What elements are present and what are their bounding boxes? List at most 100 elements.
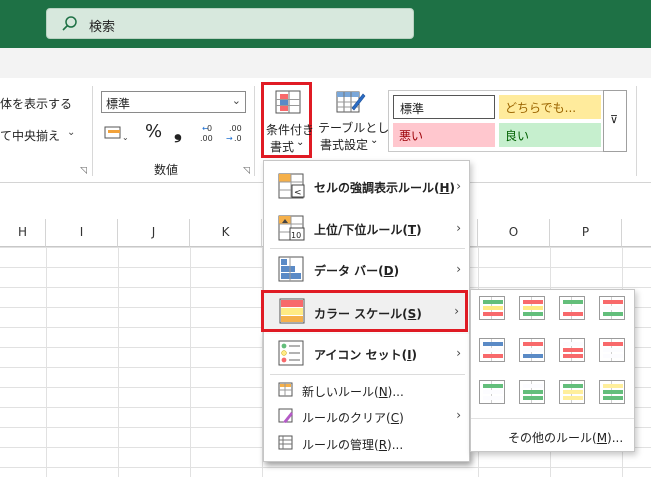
eraser-icon	[278, 408, 293, 423]
accounting-format-icon[interactable]: ⌄	[104, 124, 134, 144]
color-scale-swatch-band	[563, 396, 583, 400]
color-scale-swatch-band	[523, 300, 543, 304]
color-scale-swatch-band	[523, 342, 543, 346]
new-rule-icon	[278, 382, 293, 397]
color-scale-option[interactable]	[599, 338, 625, 362]
color-scale-option[interactable]	[599, 296, 625, 320]
menu-item-label: ルールの管理(R)...	[302, 438, 404, 452]
column-header[interactable]: P	[550, 219, 622, 247]
color-scale-swatch-band	[563, 306, 583, 310]
percent-style-button[interactable]: %	[145, 121, 162, 142]
conditional-formatting-menu-lower: アイコン セット(I) › 新しいルール(N)... ルールのクリア(C) › …	[263, 334, 470, 462]
chevron-right-icon: ›	[456, 262, 461, 276]
cell-style-good[interactable]: 良い	[499, 123, 601, 147]
color-scale-option[interactable]	[519, 380, 545, 404]
merge-dropdown-icon[interactable]: ⌄	[67, 127, 75, 138]
group-divider	[254, 86, 255, 176]
svg-text:.0: .0	[234, 134, 242, 143]
cell-style-bad[interactable]: 悪い	[393, 123, 495, 147]
color-scale-option[interactable]	[599, 380, 625, 404]
color-scale-swatch-band	[603, 390, 623, 394]
color-scale-swatch-band	[563, 342, 583, 346]
number-launcher-icon[interactable]: ◹	[243, 166, 250, 176]
menu-item-label: 上位/下位ルール(T)	[314, 223, 422, 237]
row-gridline	[0, 467, 651, 468]
color-scale-swatch-band	[603, 306, 623, 310]
group-divider	[92, 86, 93, 176]
color-scales-submenu: その他のルール(M)...	[470, 289, 635, 452]
menu-item-label: 新しいルール(N)...	[302, 385, 404, 399]
cf-label-line1: 条件付き	[266, 123, 315, 137]
merge-center-button[interactable]: て中央揃え	[0, 127, 60, 144]
menu-item-top-bottom-rules[interactable]: 10 上位/下位ルール(T) ›	[264, 209, 469, 249]
color-scale-option[interactable]	[519, 338, 545, 362]
column-header[interactable]: K	[190, 219, 262, 247]
color-scale-swatch-band	[563, 384, 583, 388]
search-icon	[62, 16, 77, 31]
column-header[interactable]: J	[118, 219, 190, 247]
menu-item-color-scales[interactable]: カラー スケール(S) ›	[261, 290, 468, 332]
more-dropdown-icon: ⊽	[610, 113, 619, 126]
menu-separator	[471, 418, 634, 419]
color-scale-option[interactable]	[479, 380, 505, 404]
ribbon-tab-band	[0, 48, 651, 78]
menu-item-clear-rules[interactable]: ルールのクリア(C) ›	[264, 404, 469, 428]
menu-item-new-rule[interactable]: 新しいルール(N)...	[264, 378, 469, 402]
highlight-cells-icon: <	[278, 173, 305, 199]
color-scale-swatch-band	[603, 300, 623, 304]
color-scale-swatch-band	[603, 342, 623, 346]
menu-item-data-bars[interactable]: データ バー(D) ›	[264, 250, 469, 290]
cell-style-neutral[interactable]: どちらでも...	[499, 95, 601, 119]
column-header[interactable]: O	[478, 219, 550, 247]
data-bars-icon	[278, 256, 304, 282]
color-scale-swatch-band	[563, 300, 583, 304]
color-scale-option[interactable]	[519, 296, 545, 320]
color-scale-swatch-band	[483, 390, 503, 394]
color-scale-option[interactable]	[479, 296, 505, 320]
table-label-line2: 書式設定	[320, 138, 369, 152]
wrap-text-button[interactable]: 体を表示する	[0, 95, 72, 112]
column-header-partial[interactable]	[622, 219, 651, 247]
decrease-decimal-icon[interactable]: .00 → .0	[224, 122, 246, 144]
color-scale-swatch-band	[523, 348, 543, 352]
search-box[interactable]: 検索	[46, 8, 414, 39]
increase-decimal-icon[interactable]: ← 0 .00	[198, 122, 220, 144]
color-scale-swatch-band	[523, 390, 543, 394]
color-scale-swatch-band	[483, 354, 503, 358]
svg-text:<: <	[294, 188, 302, 198]
number-format-value: 標準	[106, 97, 131, 111]
svg-text:.00: .00	[229, 124, 242, 133]
color-scale-swatch-band	[603, 384, 623, 388]
number-format-combo[interactable]: 標準 ⌄	[101, 91, 246, 113]
chevron-down-icon: ⌄	[296, 137, 305, 148]
styles-more-button[interactable]: ⊽	[603, 90, 627, 152]
color-scale-option[interactable]	[559, 296, 585, 320]
column-gridline	[46, 247, 47, 477]
color-scale-swatch-band	[523, 396, 543, 400]
color-scale-swatch-band	[523, 384, 543, 388]
color-scale-option[interactable]	[559, 338, 585, 362]
color-scale-swatch-band	[483, 306, 503, 310]
group-divider	[636, 86, 637, 176]
conditional-formatting-button[interactable]: 条件付き 書式 ⌄	[261, 82, 315, 158]
color-scale-option[interactable]	[479, 338, 505, 362]
color-scale-option[interactable]	[559, 380, 585, 404]
color-scales-icon	[279, 298, 305, 324]
column-header[interactable]: H	[0, 219, 46, 247]
svg-text:⌄: ⌄	[122, 133, 129, 142]
column-header[interactable]: I	[46, 219, 118, 247]
menu-item-highlight-cells-rules[interactable]: < セルの強調表示ルール(H) ›	[264, 167, 469, 207]
manage-rules-icon	[278, 435, 293, 450]
cell-style-normal[interactable]: 標準	[393, 95, 495, 119]
comma-style-button[interactable]: ❟	[174, 119, 182, 143]
menu-separator	[270, 248, 465, 249]
menu-item-icon-sets[interactable]: アイコン セット(I) ›	[264, 334, 469, 374]
color-scale-swatch-band	[483, 312, 503, 316]
menu-item-manage-rules[interactable]: ルールの管理(R)...	[264, 431, 469, 455]
color-scale-swatch-band	[483, 384, 503, 388]
color-scale-swatch-band	[603, 348, 623, 352]
more-rules-link[interactable]: その他のルール(M)...	[508, 429, 623, 446]
alignment-launcher-icon[interactable]: ◹	[80, 166, 87, 176]
format-as-table-button[interactable]: テーブルとして 書式設定 ⌄	[318, 86, 401, 156]
color-scale-swatch-band	[483, 300, 503, 304]
